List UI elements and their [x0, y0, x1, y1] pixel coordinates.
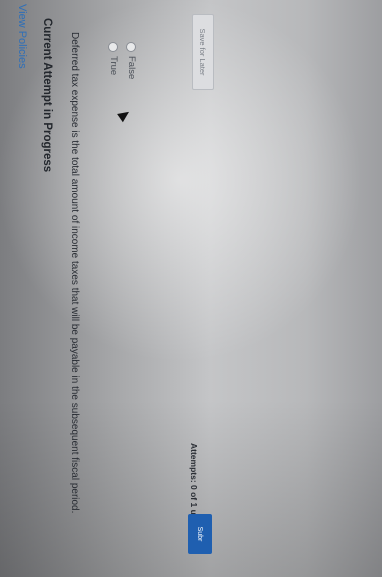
option-true-label: True — [108, 56, 119, 76]
mouse-cursor-icon — [117, 107, 132, 123]
question-text: Deferred tax expense is the total amount… — [69, 32, 80, 514]
attempt-title: Current Attempt in Progress — [41, 18, 53, 173]
option-false[interactable]: False — [126, 42, 137, 79]
radio-false[interactable] — [126, 42, 137, 52]
view-policies-link[interactable]: View Policies — [16, 4, 28, 69]
quiz-page: View Policies Current Attempt in Progres… — [0, 0, 382, 577]
option-false-label: False — [126, 56, 137, 80]
radio-true[interactable] — [108, 42, 119, 52]
submit-button[interactable]: Subr — [188, 514, 212, 554]
save-for-later-button[interactable]: Save for Later — [192, 14, 214, 90]
option-true[interactable]: True — [108, 42, 119, 75]
